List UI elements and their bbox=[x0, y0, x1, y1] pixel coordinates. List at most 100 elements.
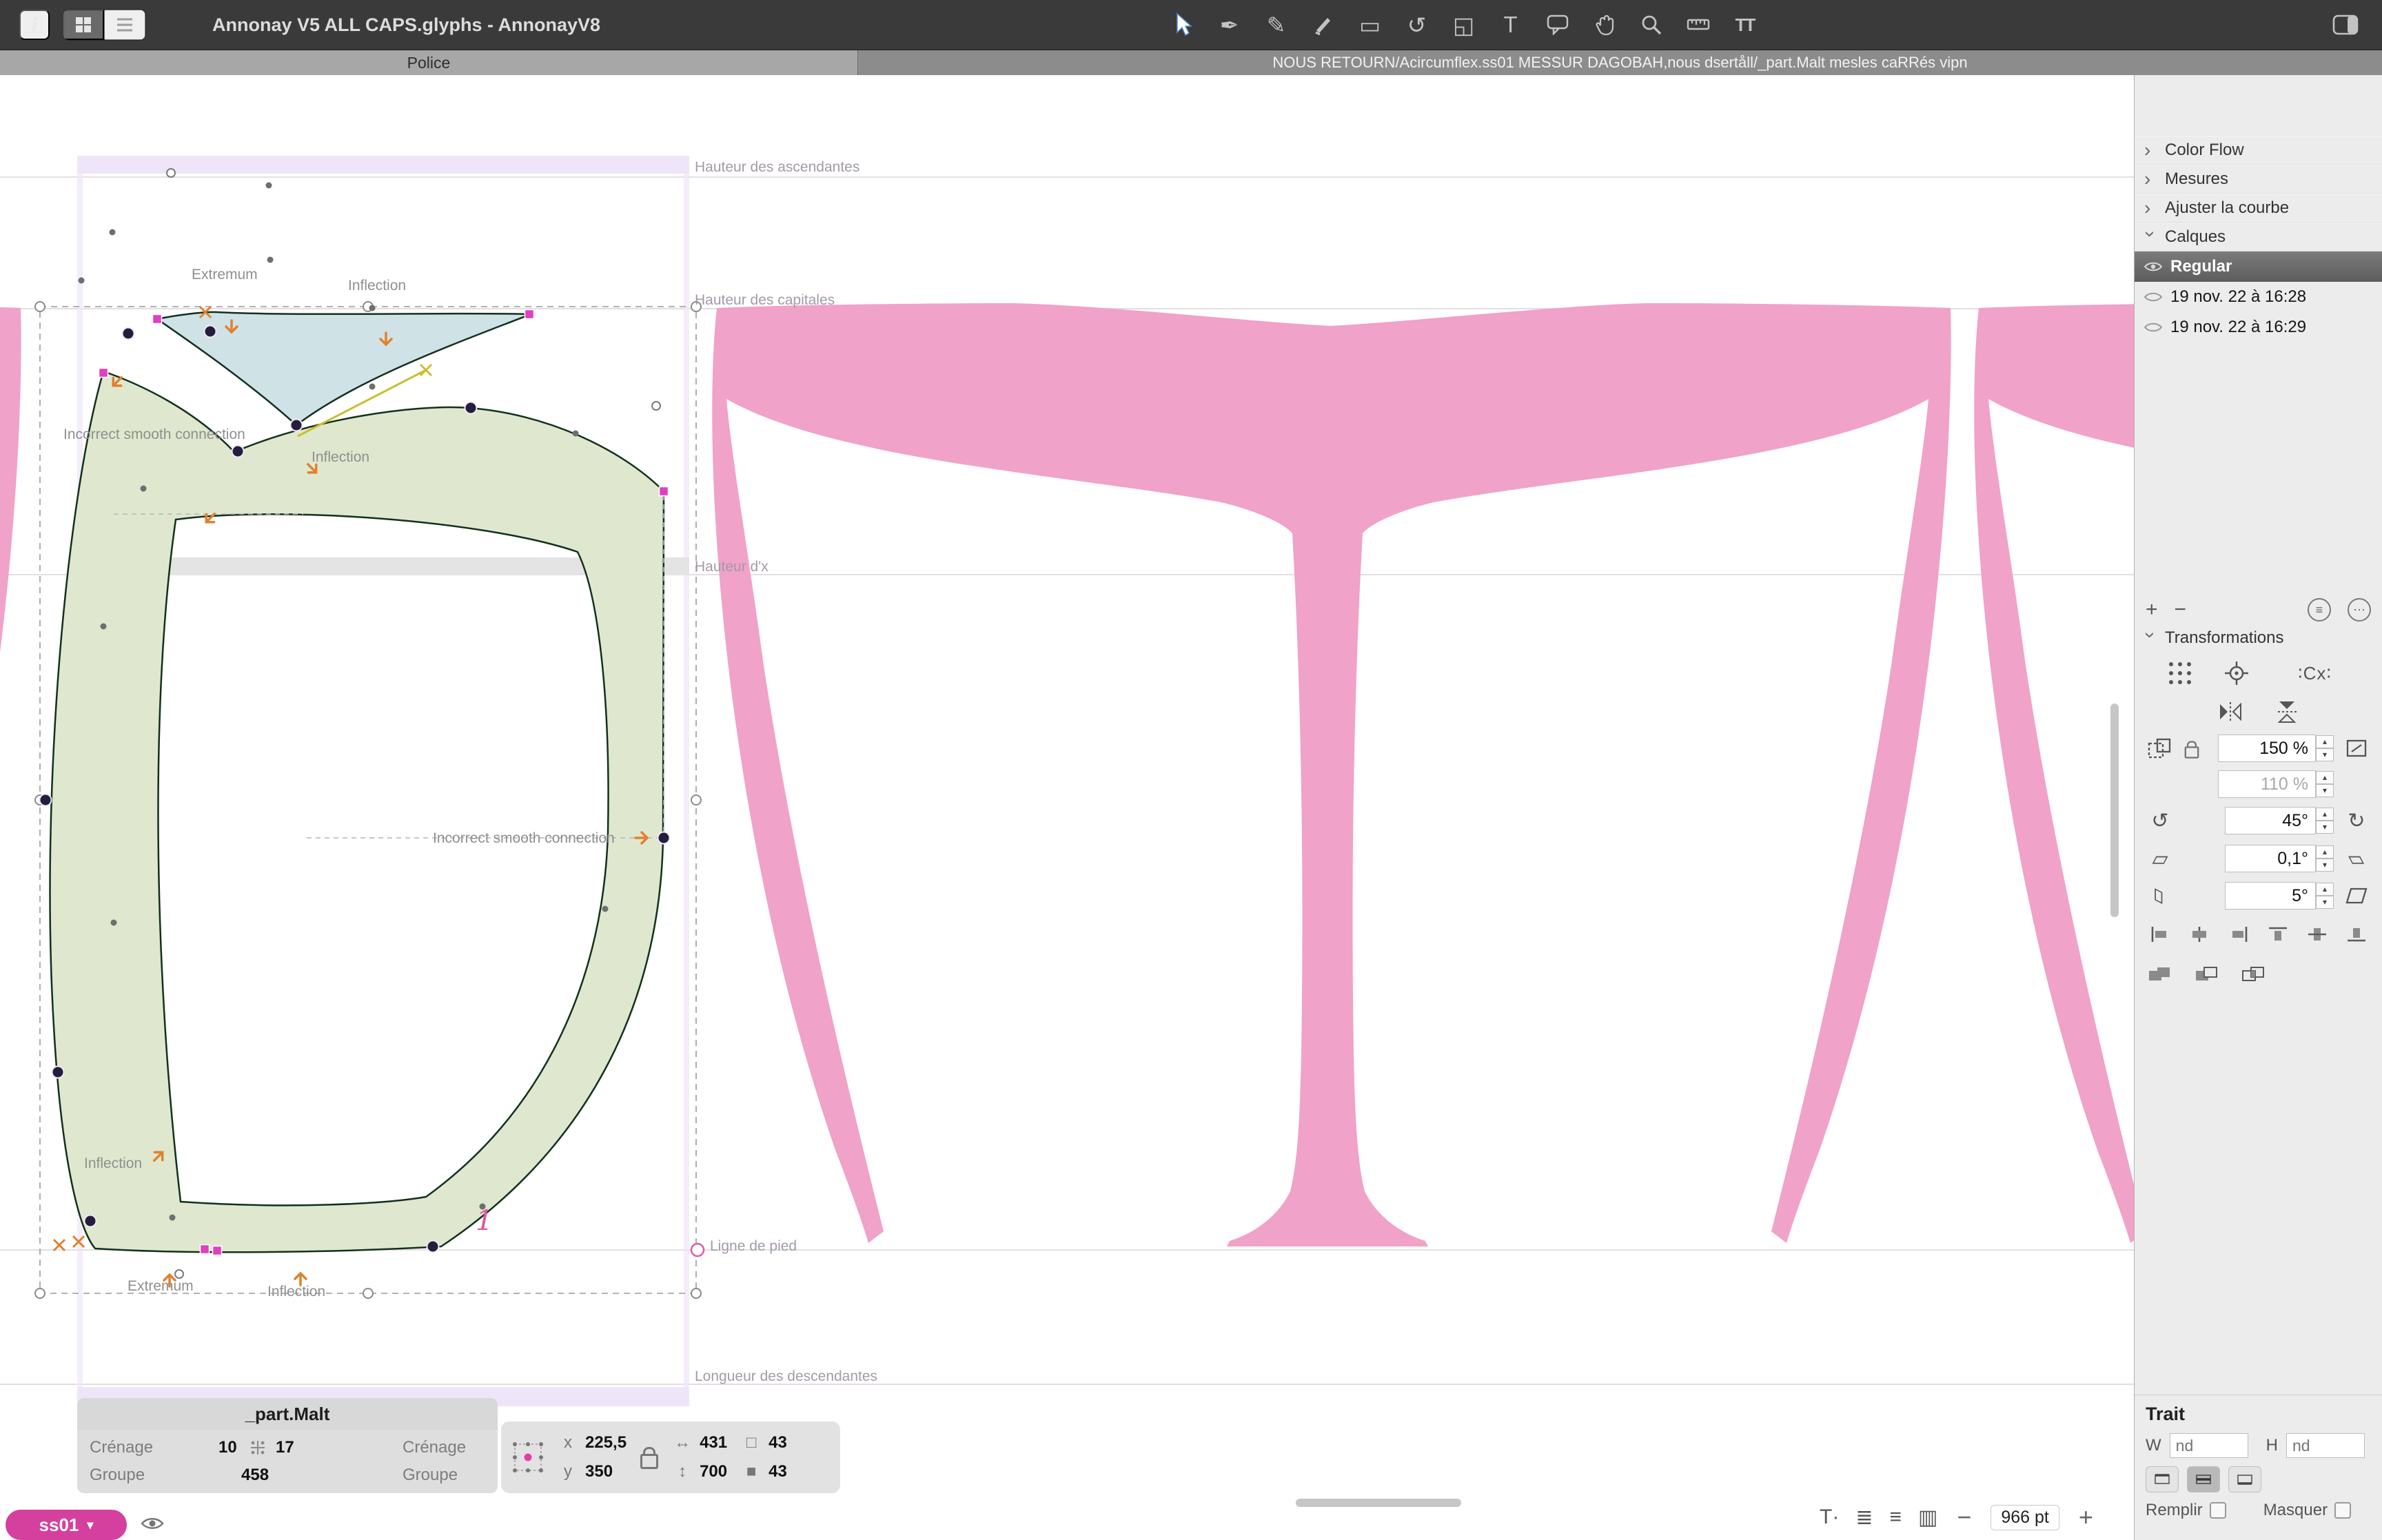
transform-origin-selector[interactable] bbox=[512, 1441, 544, 1473]
proportions-lock-icon[interactable] bbox=[640, 1447, 659, 1469]
stepper-down[interactable]: ▾ bbox=[2316, 896, 2334, 909]
measure-tool-icon[interactable] bbox=[1680, 8, 1717, 42]
selection-handle[interactable] bbox=[34, 1288, 45, 1299]
vertical-scrollbar[interactable] bbox=[2110, 704, 2119, 917]
annotation-tool-icon[interactable] bbox=[1539, 8, 1576, 42]
stroke-width-input[interactable] bbox=[2169, 1433, 2248, 1458]
sidebar-toggle-icon[interactable] bbox=[2327, 8, 2364, 42]
info-icon[interactable]: i bbox=[19, 10, 50, 40]
scale-x-input[interactable] bbox=[2218, 735, 2316, 762]
layer-row-backup-2[interactable]: 19 nov. 22 à 16:29 bbox=[2135, 312, 2382, 342]
stroke-align-left-button[interactable] bbox=[2146, 1466, 2179, 1492]
selection-handle[interactable] bbox=[363, 1288, 374, 1299]
align-list-icon-1[interactable]: ≣ bbox=[1855, 1506, 1873, 1530]
align-top-button[interactable] bbox=[2262, 925, 2294, 943]
transform-metrics-reference-button[interactable]: ∶Cx∶ bbox=[2277, 663, 2353, 684]
apply-scale-button[interactable] bbox=[2341, 738, 2372, 759]
align-list-icon-3[interactable]: ▥ bbox=[1918, 1506, 1937, 1530]
list-view-button[interactable] bbox=[104, 10, 145, 40]
knife-tool-icon[interactable] bbox=[1305, 8, 1342, 42]
selection-handle[interactable] bbox=[691, 1288, 702, 1299]
select-tool-icon[interactable] bbox=[1164, 8, 1201, 42]
fill-checkbox[interactable] bbox=[2209, 1502, 2226, 1519]
transformations-header[interactable]: › Transformations bbox=[2135, 624, 2382, 653]
transform-reference-point-button[interactable] bbox=[2221, 659, 2252, 687]
align-left-button[interactable] bbox=[2144, 925, 2176, 943]
selection-handle[interactable] bbox=[691, 794, 702, 805]
rotate-input[interactable] bbox=[2225, 807, 2316, 834]
boolean-intersect-button[interactable] bbox=[2238, 965, 2270, 983]
zoom-out-button[interactable]: − bbox=[1954, 1503, 1974, 1532]
stepper-up[interactable]: ▴ bbox=[2316, 808, 2334, 821]
add-layer-button[interactable]: + bbox=[2146, 598, 2158, 622]
layer-row-backup-1[interactable]: 19 nov. 22 à 16:28 bbox=[2135, 282, 2382, 312]
stepper-up[interactable]: ▴ bbox=[2316, 771, 2334, 784]
panel-mesures[interactable]: › Mesures bbox=[2135, 165, 2382, 194]
text-preview-icon[interactable]: T· bbox=[1820, 1506, 1839, 1529]
align-center-h-button[interactable] bbox=[2184, 925, 2215, 943]
hand-tool-icon[interactable] bbox=[1586, 8, 1623, 42]
selection-handle[interactable] bbox=[34, 301, 45, 312]
apply-rotate-button[interactable]: ↻ bbox=[2341, 809, 2372, 833]
eye-icon[interactable] bbox=[2144, 291, 2162, 303]
panel-ajuster-courbe[interactable]: › Ajuster la courbe bbox=[2135, 194, 2382, 223]
mirror-horizontal-button[interactable] bbox=[2215, 701, 2246, 722]
scale-lock-icon[interactable] bbox=[2184, 741, 2199, 759]
tab-edit-text[interactable]: NOUS RETOURN/Acircumflex.ss01 MESSUR DAG… bbox=[858, 50, 2382, 75]
scale-y-input[interactable] bbox=[2218, 770, 2316, 798]
y-value[interactable]: 350 bbox=[585, 1462, 613, 1481]
pencil-tool-icon[interactable]: ✎ bbox=[1258, 8, 1295, 42]
stepper-down[interactable]: ▾ bbox=[2316, 859, 2334, 872]
stroke-align-right-button[interactable] bbox=[2228, 1466, 2261, 1492]
feature-ss01-button[interactable]: ss01 ▾ bbox=[6, 1510, 127, 1540]
stepper-down[interactable]: ▾ bbox=[2316, 748, 2334, 761]
panel-calques[interactable]: › Calques bbox=[2135, 223, 2382, 251]
stepper-up[interactable]: ▴ bbox=[2316, 845, 2334, 859]
horizontal-scrollbar[interactable] bbox=[1296, 1499, 1461, 1507]
mirror-vertical-button[interactable] bbox=[2271, 701, 2303, 723]
mask-checkbox[interactable] bbox=[2334, 1502, 2352, 1519]
rotate-tool-icon[interactable]: ↺ bbox=[1398, 8, 1436, 42]
align-bottom-button[interactable] bbox=[2341, 925, 2372, 943]
width-value[interactable]: 431 bbox=[700, 1433, 727, 1452]
slant-x-input[interactable] bbox=[2225, 845, 2316, 872]
stroke-height-input[interactable] bbox=[2286, 1433, 2365, 1458]
zoom-level-field[interactable]: 966 pt bbox=[1991, 1504, 2059, 1530]
glyph-path-leg[interactable] bbox=[49, 370, 665, 1253]
boolean-union-button[interactable] bbox=[2144, 965, 2176, 983]
eye-icon[interactable] bbox=[2144, 321, 2162, 333]
remove-layer-button[interactable]: − bbox=[2175, 598, 2187, 622]
layer-options-button[interactable]: ⋯ bbox=[2348, 598, 2371, 622]
text-tool-icon[interactable]: T bbox=[1492, 8, 1529, 42]
boolean-subtract-button[interactable] bbox=[2191, 965, 2223, 983]
scale-tool-icon[interactable]: ◱ bbox=[1445, 8, 1483, 42]
apply-slant-x-button[interactable]: ▱ bbox=[2341, 847, 2372, 871]
align-middle-button[interactable] bbox=[2301, 925, 2333, 943]
eye-icon[interactable] bbox=[2144, 260, 2162, 273]
truetype-tool-icon[interactable]: TT bbox=[1727, 8, 1764, 42]
stepper-down[interactable]: ▾ bbox=[2316, 784, 2334, 797]
draw-tool-icon[interactable]: ✒ bbox=[1211, 8, 1248, 42]
slant-y-input[interactable] bbox=[2225, 882, 2316, 910]
kerning-right-value[interactable]: 17 bbox=[276, 1438, 294, 1457]
zoom-in-button[interactable]: + bbox=[2076, 1503, 2096, 1532]
align-right-button[interactable] bbox=[2223, 925, 2254, 943]
apply-slant-y-button[interactable] bbox=[2341, 886, 2372, 905]
stepper-up[interactable]: ▴ bbox=[2316, 883, 2334, 896]
transform-origin-grid-button[interactable] bbox=[2164, 660, 2196, 686]
layer-row-regular[interactable]: Regular bbox=[2135, 251, 2382, 282]
grid-view-button[interactable] bbox=[63, 10, 104, 40]
tab-police[interactable]: Police bbox=[0, 50, 858, 75]
align-list-icon-2[interactable]: ≡ bbox=[1889, 1506, 1902, 1529]
glyph-name-box[interactable]: _part.Malt bbox=[77, 1398, 498, 1430]
group-value[interactable]: 458 bbox=[241, 1466, 269, 1485]
glyph-edit-canvas[interactable]: Hauteur des ascendantes Hauteur des capi… bbox=[0, 75, 2134, 1540]
baseline-origin-marker[interactable] bbox=[690, 1242, 705, 1257]
zoom-tool-icon[interactable] bbox=[1633, 8, 1670, 42]
panel-color-flow[interactable]: › Color Flow bbox=[2135, 136, 2382, 165]
x-value[interactable]: 225,5 bbox=[585, 1433, 627, 1452]
height-value[interactable]: 700 bbox=[700, 1462, 727, 1481]
kerning-left-value[interactable]: 10 bbox=[218, 1438, 237, 1457]
filter-layers-button[interactable]: ≡ bbox=[2308, 598, 2331, 622]
stepper-down[interactable]: ▾ bbox=[2316, 821, 2334, 834]
